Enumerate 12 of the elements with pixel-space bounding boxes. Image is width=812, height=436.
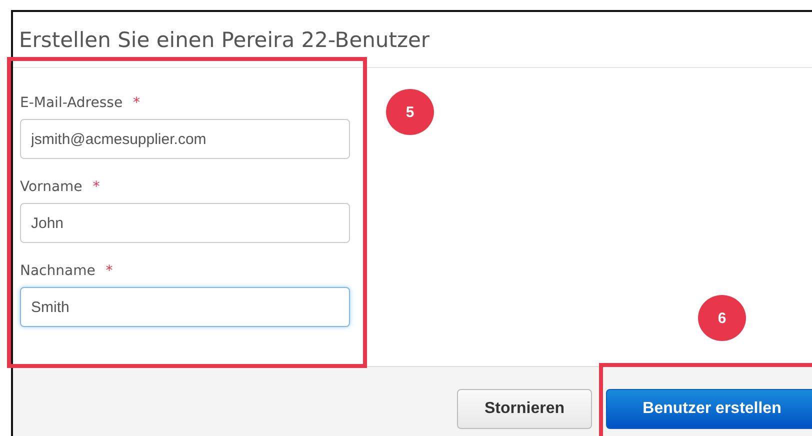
required-asterisk: * <box>106 263 113 279</box>
text-field[interactable]: John <box>20 203 350 243</box>
required-asterisk: * <box>92 179 100 195</box>
field-label: E-Mail-Adresse <box>20 95 123 111</box>
text-field[interactable]: jsmith@acmesupplier.com <box>20 119 350 159</box>
dialog-title: Erstellen Sie einen Pereira 22-Benutzer <box>19 28 430 52</box>
required-asterisk: * <box>133 95 140 111</box>
cancel-button[interactable]: Stornieren <box>457 389 592 429</box>
field-label: Nachname <box>20 263 96 279</box>
create-user-button[interactable]: Benutzer erstellen <box>606 389 812 429</box>
text-field[interactable]: Smith <box>20 287 350 327</box>
field-label: Vorname <box>20 179 82 195</box>
